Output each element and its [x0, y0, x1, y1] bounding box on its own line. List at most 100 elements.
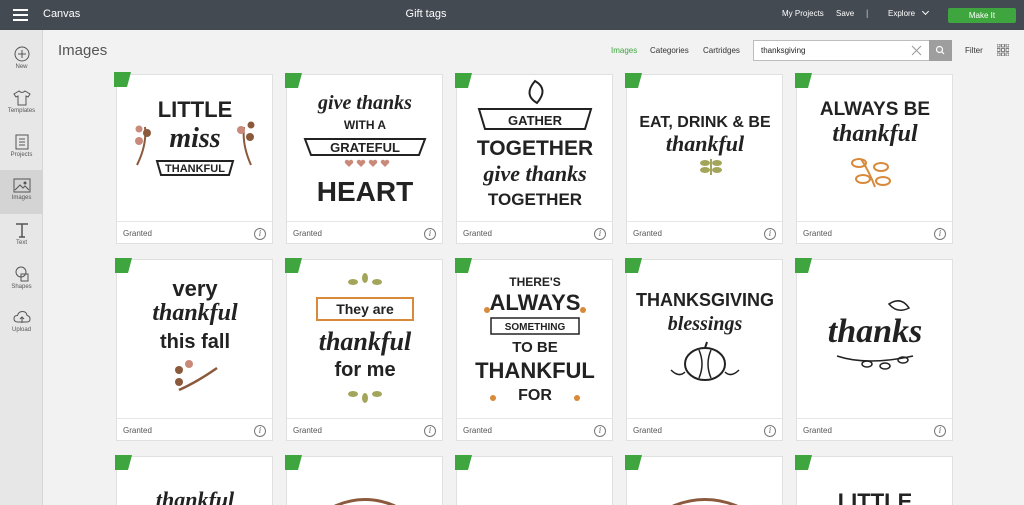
license-status: Granted	[123, 426, 152, 435]
art-line: thankful	[156, 487, 235, 505]
art-line: FOR	[518, 387, 552, 404]
license-status: Granted	[123, 229, 152, 238]
art-line: THANKSGIVING	[636, 290, 774, 310]
image-card[interactable]: thankful	[115, 455, 273, 505]
info-icon[interactable]: i	[594, 425, 606, 437]
card-footer: Granted i	[627, 221, 782, 245]
top-bar: Canvas Gift tags My Projects Save | Expl…	[0, 0, 1024, 30]
card-artwork: very thankful this fall	[152, 276, 238, 392]
art-line: thankful	[152, 300, 238, 326]
sidebar-item-images[interactable]: Images	[0, 170, 43, 214]
info-icon[interactable]: i	[934, 228, 946, 240]
document-title: Gift tags	[405, 8, 447, 20]
search-icon	[935, 45, 945, 55]
shirt-icon	[12, 90, 31, 106]
image-card[interactable]: THANKSGIVING blessings Granted i	[625, 258, 783, 442]
license-status: Granted	[633, 229, 662, 238]
image-card[interactable]: THERE'S ALWAYS SOMETHING TO BE THANKFUL …	[455, 258, 613, 441]
card-footer: Granted i	[117, 221, 272, 245]
sidebar-item-label: Upload	[11, 327, 31, 333]
card-artwork: LITTLE	[838, 489, 913, 505]
image-card[interactable]	[455, 455, 613, 505]
sidebar-item-text[interactable]: Text	[0, 214, 43, 258]
art-line: THERE'S	[509, 275, 561, 289]
image-card[interactable]: ALWAYS BE thankful Granted i	[795, 73, 953, 245]
image-card[interactable]: very thankful this fall Granted i	[115, 258, 273, 441]
art-line: thankful	[832, 121, 918, 147]
info-icon[interactable]: i	[254, 425, 266, 437]
art-line: GATHER	[508, 113, 563, 128]
license-status: Granted	[293, 229, 322, 238]
make-it-button[interactable]: Make It	[948, 8, 1016, 23]
art-line: TOGETHER	[488, 190, 582, 209]
license-status: Granted	[633, 426, 662, 435]
sidebar-item-templates[interactable]: Templates	[0, 82, 43, 126]
image-card[interactable]: LITTLE miss THANKFUL Granted i	[116, 74, 273, 244]
image-card[interactable]: EAT, DRINK & BE thankful Granted i	[625, 73, 783, 245]
card-artwork: GATHER TOGETHER give thanks TOGETHER	[477, 79, 593, 209]
card-artwork: EAT, DRINK & BE thankful	[639, 114, 771, 175]
art-line: give thanks	[317, 92, 412, 114]
art-line: ALWAYS	[490, 290, 581, 315]
left-sidebar: New Templates Projects Images Text Shape…	[0, 30, 43, 505]
save-link[interactable]: Save	[836, 9, 854, 18]
sidebar-item-label: Images	[11, 195, 32, 201]
card-footer: Granted i	[287, 418, 442, 442]
image-card[interactable]: give thanks WITH A GRATEFUL HEART Grante…	[285, 73, 443, 244]
sidebar-item-new[interactable]: New	[0, 38, 43, 82]
image-icon	[13, 178, 30, 193]
art-line: for me	[334, 359, 395, 381]
filter-button[interactable]: Filter	[965, 46, 983, 55]
tab-images[interactable]: Images	[611, 46, 637, 55]
art-line: GRATEFUL	[330, 140, 400, 155]
search-input[interactable]	[753, 40, 929, 61]
art-line: They are	[336, 301, 394, 317]
art-line: WITH A	[344, 118, 387, 132]
art-line: TO BE	[512, 339, 558, 356]
license-status: Granted	[803, 229, 832, 238]
info-icon[interactable]: i	[764, 425, 776, 437]
info-icon[interactable]: i	[594, 228, 606, 240]
plus-circle-icon	[14, 46, 29, 62]
clear-icon[interactable]	[911, 45, 922, 56]
tab-categories[interactable]: Categories	[650, 46, 689, 55]
info-icon[interactable]: i	[424, 228, 436, 240]
image-card[interactable]: thanks Granted i	[795, 258, 953, 442]
my-projects-link[interactable]: My Projects	[782, 9, 824, 18]
info-icon[interactable]: i	[764, 228, 776, 240]
sidebar-item-upload[interactable]: Upload	[0, 302, 43, 346]
art-line: miss	[169, 123, 220, 154]
card-artwork: THANKSGIVING blessings	[636, 290, 774, 381]
art-line: very	[172, 276, 218, 301]
search-button[interactable]	[929, 40, 952, 61]
image-card[interactable]: They are thankful for me Granted i	[285, 258, 443, 442]
card-artwork: They are thankful for me	[316, 273, 414, 403]
grid-view-icon[interactable]	[997, 44, 1009, 56]
card-artwork: thankful	[156, 487, 235, 505]
info-icon[interactable]: i	[254, 228, 266, 240]
info-icon[interactable]: i	[424, 425, 436, 437]
page-title: Images	[58, 42, 108, 59]
image-card[interactable]: GATHER TOGETHER give thanks TOGETHER Gra…	[455, 73, 613, 244]
license-status: Granted	[463, 229, 492, 238]
sidebar-item-shapes[interactable]: Shapes	[0, 258, 43, 302]
card-footer: Granted i	[627, 418, 782, 442]
art-line: LITTLE	[158, 97, 233, 122]
card-footer: Granted i	[797, 418, 952, 442]
card-footer: Granted i	[797, 221, 952, 245]
art-line: this fall	[160, 331, 230, 353]
explore-menu[interactable]: Explore	[888, 7, 930, 18]
sidebar-item-projects[interactable]: Projects	[0, 126, 43, 170]
shapes-icon	[15, 266, 28, 282]
image-card[interactable]: LITTLE	[795, 455, 953, 505]
art-line: THANKFUL	[165, 163, 225, 175]
art-line: thanks	[828, 313, 923, 350]
card-artwork: thanks	[828, 300, 923, 370]
tab-cartridges[interactable]: Cartridges	[703, 46, 740, 55]
info-icon[interactable]: i	[934, 425, 946, 437]
image-card[interactable]	[625, 455, 783, 505]
image-card[interactable]	[285, 455, 443, 505]
art-line: SOMETHING	[505, 322, 566, 333]
text-icon	[15, 223, 28, 238]
license-status: Granted	[293, 426, 322, 435]
